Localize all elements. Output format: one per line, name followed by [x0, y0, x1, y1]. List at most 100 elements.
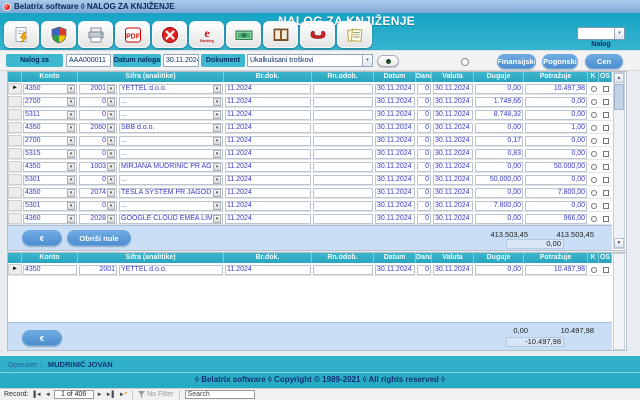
row-selector[interactable]: [8, 200, 22, 211]
valuta-cell[interactable]: 30.11.2024: [433, 161, 473, 172]
k-radio[interactable]: [588, 173, 599, 186]
dropdown-arrow-icon[interactable]: ▾: [107, 123, 115, 132]
os-checkbox[interactable]: [599, 173, 612, 186]
rnodob-cell[interactable]: [313, 161, 373, 172]
dana-cell[interactable]: 0: [417, 187, 431, 198]
potrazuje-cell[interactable]: 0,00: [525, 96, 587, 107]
dropdown-arrow-icon[interactable]: ▾: [107, 175, 115, 184]
brdok-cell[interactable]: 11.2024: [225, 264, 311, 275]
naziv-cell[interactable]: ... ▾: [119, 148, 223, 159]
potrazuje-cell[interactable]: 0,00: [525, 148, 587, 159]
security-button[interactable]: [41, 21, 76, 48]
new-record-icon[interactable]: ►*: [119, 390, 127, 400]
k-radio[interactable]: [588, 199, 599, 212]
duguje-cell[interactable]: 0,00: [475, 161, 523, 172]
dropdown-arrow-icon[interactable]: ▾: [213, 201, 221, 210]
potrazuje-cell[interactable]: 0,00: [525, 200, 587, 211]
valuta-cell[interactable]: 30.11.2024: [433, 213, 473, 224]
cen-button[interactable]: Cen: [585, 54, 623, 69]
duguje-cell[interactable]: 7.800,00: [475, 200, 523, 211]
pdf-button[interactable]: PDF: [115, 21, 150, 48]
datum-cell[interactable]: 30.11.2024: [375, 109, 415, 120]
potrazuje-cell[interactable]: 10.497,98: [525, 83, 587, 94]
konto-cell[interactable]: 5301 ▾: [23, 174, 77, 185]
dropdown-arrow-icon[interactable]: ▾: [67, 136, 75, 145]
brdok-cell[interactable]: 11.2024: [225, 200, 311, 211]
dropdown-arrow-icon[interactable]: ▾: [213, 149, 221, 158]
dropdown-arrow-icon[interactable]: ▾: [107, 110, 115, 119]
row-selector[interactable]: [8, 161, 22, 172]
rnodob-cell[interactable]: [313, 109, 373, 120]
datum-cell[interactable]: 30.11.2024: [375, 135, 415, 146]
brdok-cell[interactable]: 11.2024: [225, 161, 311, 172]
datum-cell[interactable]: 30.11.2024: [375, 96, 415, 107]
valuta-cell[interactable]: 30.11.2024: [433, 187, 473, 198]
brdok-cell[interactable]: 11.2024: [225, 122, 311, 133]
duguje-cell[interactable]: 0,00: [475, 83, 523, 94]
datum-cell[interactable]: 30.11.2024: [375, 200, 415, 211]
brdok-cell[interactable]: 11.2024: [225, 83, 311, 94]
valuta-cell[interactable]: 30.11.2024: [433, 109, 473, 120]
konto-cell[interactable]: 4360 ▾: [23, 213, 77, 224]
dropdown-arrow-icon[interactable]: ▾: [67, 84, 75, 93]
k-radio[interactable]: [588, 186, 599, 199]
sifra-cell[interactable]: 0 ▾: [79, 135, 117, 146]
naziv-cell[interactable]: MIRJANA MUDRINIĆ PR AGENCIJA ZA RAČ▾: [119, 161, 223, 172]
dana-cell[interactable]: 0: [417, 213, 431, 224]
print-button[interactable]: [78, 21, 113, 48]
dana-cell[interactable]: 0: [417, 83, 431, 94]
dropdown-arrow-icon[interactable]: ▾: [107, 201, 115, 210]
rnodob-cell[interactable]: [313, 148, 373, 159]
brdok-cell[interactable]: 11.2024: [225, 187, 311, 198]
k-radio[interactable]: [588, 147, 599, 160]
sifra-cell[interactable]: 2001 ▾: [79, 83, 117, 94]
euro-button[interactable]: €: [22, 330, 62, 346]
naziv-cell[interactable]: ... ▾: [119, 135, 223, 146]
sifra-cell[interactable]: 0 ▾: [79, 200, 117, 211]
dana-cell[interactable]: 0: [417, 148, 431, 159]
potrazuje-cell[interactable]: 0,00: [525, 135, 587, 146]
duguje-cell[interactable]: 0,83: [475, 148, 523, 159]
valuta-cell[interactable]: 30.11.2024: [433, 83, 473, 94]
os-checkbox[interactable]: [599, 186, 612, 199]
dana-cell[interactable]: 0: [417, 122, 431, 133]
finansijski-button[interactable]: Finansijski: [497, 54, 536, 69]
sifra-cell[interactable]: 1003 ▾: [79, 161, 117, 172]
rnodob-cell[interactable]: [313, 122, 373, 133]
row-selector[interactable]: [8, 109, 22, 120]
dokument-combobox[interactable]: Ukalkulisani troškovi ▾: [247, 54, 373, 67]
dropdown-arrow-icon[interactable]: ▾: [67, 201, 75, 210]
e-banking-button[interactable]: e Banking: [189, 21, 224, 48]
sifra-cell[interactable]: 0 ▾: [79, 148, 117, 159]
row-selector[interactable]: [8, 96, 22, 107]
datum-cell[interactable]: 30.11.2024: [375, 264, 415, 275]
k-radio[interactable]: [588, 121, 599, 134]
dropdown-arrow-icon[interactable]: ▾: [213, 175, 221, 184]
datum-cell[interactable]: 30.11.2024: [375, 213, 415, 224]
dana-cell[interactable]: 0: [417, 96, 431, 107]
valuta-cell[interactable]: 30.11.2024: [433, 135, 473, 146]
konto-cell[interactable]: 4350 ▾: [23, 122, 77, 133]
potrazuje-cell[interactable]: 50.000,00: [525, 161, 587, 172]
row-selector[interactable]: [8, 174, 22, 185]
duguje-cell[interactable]: 0,00: [475, 213, 523, 224]
rnodob-cell[interactable]: [313, 187, 373, 198]
konto-cell[interactable]: 4350: [23, 264, 77, 275]
naziv-cell[interactable]: YETTEL d.o.o. ▾: [119, 83, 223, 94]
obrisi-nule-button[interactable]: Obriši nule: [67, 230, 131, 246]
rnodob-cell[interactable]: [313, 264, 373, 275]
dropdown-arrow-icon[interactable]: ▾: [107, 214, 115, 223]
record-position[interactable]: 1 of 406: [53, 390, 94, 399]
duguje-cell[interactable]: 0,00: [475, 187, 523, 198]
new-document-button[interactable]: [4, 21, 39, 48]
duguje-cell[interactable]: 8.748,32: [475, 109, 523, 120]
duguje-cell[interactable]: 50.000,00: [475, 174, 523, 185]
datum-cell[interactable]: 30.11.2024: [375, 161, 415, 172]
k-radio[interactable]: [588, 160, 599, 173]
dropdown-arrow-icon[interactable]: ▾: [213, 162, 221, 171]
sifra-cell[interactable]: 0 ▾: [79, 109, 117, 120]
dropdown-arrow-icon[interactable]: ▾: [67, 110, 75, 119]
dana-cell[interactable]: 0: [417, 161, 431, 172]
dana-cell[interactable]: 0: [417, 135, 431, 146]
row-selector[interactable]: [8, 122, 22, 133]
